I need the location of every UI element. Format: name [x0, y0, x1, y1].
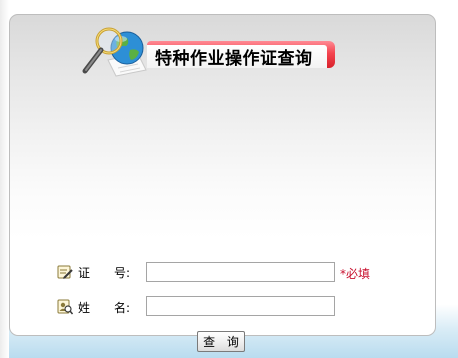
edit-card-icon: [57, 265, 73, 279]
required-hint: *必填: [340, 267, 371, 281]
name-input[interactable]: [146, 296, 335, 316]
left-shade: [0, 0, 9, 358]
user-search-icon: [57, 299, 73, 315]
cert-number-label: 证 号:: [78, 266, 131, 280]
page-title: 特种作业操作证查询: [155, 49, 313, 69]
cert-number-input[interactable]: [146, 262, 335, 282]
magnifier-globe-icon: [82, 27, 147, 77]
name-label: 姓 名:: [78, 301, 131, 315]
page: 特种作业操作证查询 证 号: *必填 姓 名: 查 询: [0, 0, 458, 358]
query-button[interactable]: 查 询: [197, 331, 245, 352]
